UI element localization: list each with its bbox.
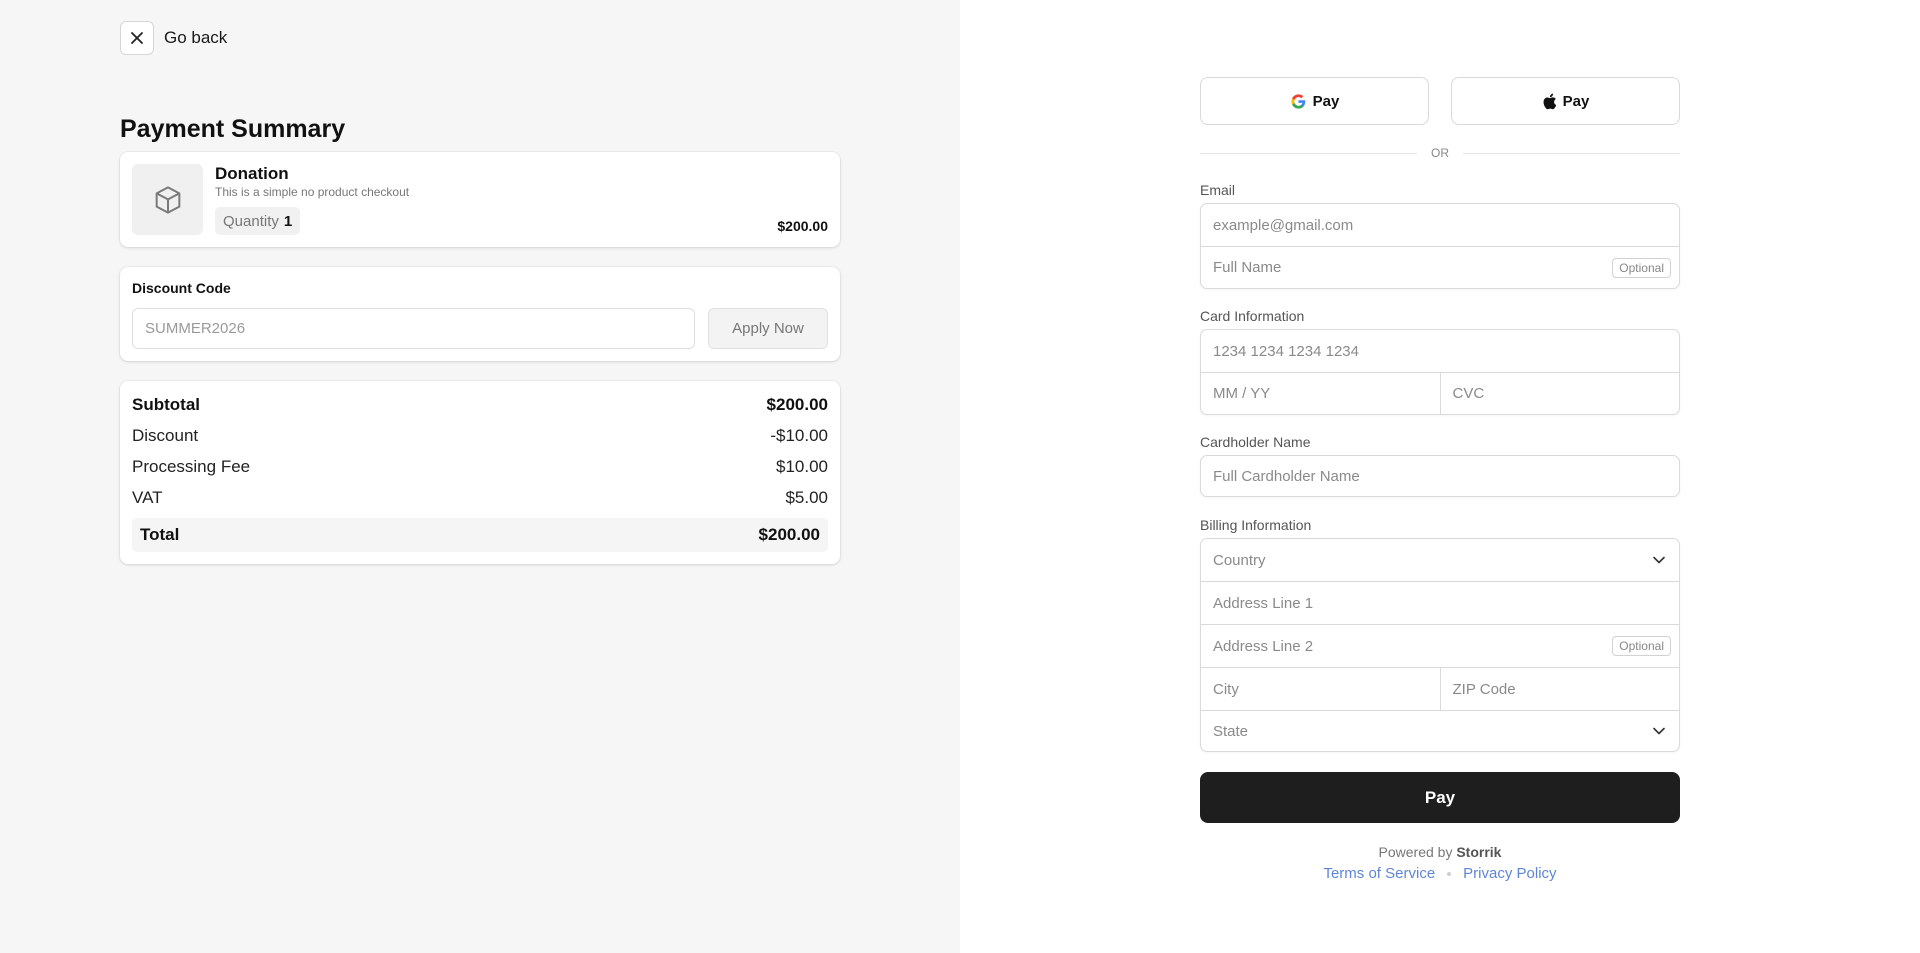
product-thumbnail: [132, 164, 203, 235]
address-line-2-placeholder: Address Line 2: [1213, 637, 1314, 655]
discount-label: Discount: [132, 426, 199, 445]
subtotal-row: Subtotal $200.00: [132, 395, 828, 415]
or-divider: OR: [1200, 145, 1680, 161]
go-back-button[interactable]: Go back: [120, 21, 227, 55]
privacy-link[interactable]: Privacy Policy: [1463, 865, 1556, 882]
google-pay-label: Pay: [1312, 92, 1340, 110]
google-icon: [1291, 93, 1305, 109]
quantity-value: 1: [283, 212, 293, 230]
quantity-label: Quantity: [223, 212, 279, 230]
card-info-label: Card Information: [1200, 308, 1305, 324]
card-fields: 1234 1234 1234 1234 MM / YY CVC: [1200, 329, 1680, 415]
powered-prefix: Powered by: [1378, 844, 1453, 860]
apple-pay-label: Pay: [1562, 92, 1590, 110]
discount-row: Discount -$10.00: [132, 426, 828, 446]
processing-fee-value: $10.00: [776, 457, 828, 476]
totals-card: Subtotal $200.00 Discount -$10.00 Proces…: [120, 381, 840, 564]
city-field[interactable]: City: [1201, 668, 1440, 710]
payment-form: Pay Pay OR Email example@gmail.com Full …: [1200, 0, 1680, 953]
card-number-field[interactable]: 1234 1234 1234 1234: [1201, 330, 1679, 372]
state-select[interactable]: State: [1201, 711, 1679, 751]
footer-links: Terms of Service Privacy Policy: [1200, 865, 1680, 882]
apple-icon: [1543, 93, 1556, 109]
quantity-badge: Quantity 1: [215, 207, 301, 235]
chevron-down-icon: [1653, 556, 1665, 564]
discount-card: Discount Code Apply Now: [120, 267, 840, 361]
address-line-2-field[interactable]: Address Line 2 Optional: [1201, 625, 1679, 667]
product-description: This is a simple no product checkout: [215, 185, 410, 199]
processing-fee-row: Processing Fee $10.00: [132, 457, 828, 477]
payment-form-pane: Pay Pay OR Email example@gmail.com Full …: [960, 0, 1920, 953]
contact-fields: example@gmail.com Full Name Optional: [1200, 203, 1680, 289]
optional-badge: Optional: [1612, 257, 1671, 278]
zip-code-field[interactable]: ZIP Code: [1439, 668, 1680, 710]
full-name-placeholder: Full Name: [1213, 259, 1282, 276]
google-pay-button[interactable]: Pay: [1200, 77, 1429, 125]
state-value: State: [1213, 722, 1249, 740]
address-line-1-field[interactable]: Address Line 1: [1201, 582, 1679, 624]
subtotal-label: Subtotal: [132, 395, 200, 414]
pay-button[interactable]: Pay: [1200, 772, 1680, 823]
apple-pay-button[interactable]: Pay: [1451, 77, 1680, 125]
country-value: Country: [1213, 551, 1266, 569]
billing-fields: Country Address Line 1 Address Line 2 Op…: [1200, 538, 1680, 752]
discount-code-input[interactable]: [132, 308, 695, 349]
package-icon: [155, 185, 180, 214]
separator-dot: [1447, 871, 1452, 876]
or-text: OR: [1431, 146, 1449, 160]
cardholder-label: Cardholder Name: [1200, 434, 1311, 450]
expiry-field[interactable]: MM / YY: [1201, 373, 1440, 414]
go-back-label[interactable]: Go back: [164, 28, 227, 48]
discount-value: -$10.00: [770, 426, 828, 445]
chevron-down-icon: [1653, 727, 1665, 735]
processing-fee-label: Processing Fee: [132, 457, 251, 476]
product-price: $200.00: [777, 218, 828, 234]
brand-name: Storrik: [1456, 844, 1502, 860]
subtotal-value: $200.00: [766, 395, 828, 414]
page-title: Payment Summary: [120, 115, 346, 143]
powered-by: Powered by Storrik: [1200, 844, 1680, 860]
email-label: Email: [1200, 182, 1236, 198]
total-row: Total $200.00: [132, 518, 828, 552]
cardholder-name-field[interactable]: Full Cardholder Name: [1201, 456, 1679, 496]
vat-row: VAT $5.00: [132, 488, 828, 508]
country-select[interactable]: Country: [1201, 539, 1679, 581]
cvc-field[interactable]: CVC: [1439, 373, 1680, 414]
email-field[interactable]: example@gmail.com: [1201, 204, 1679, 246]
discount-title: Discount Code: [132, 280, 231, 296]
terms-link[interactable]: Terms of Service: [1323, 865, 1435, 882]
apply-discount-button[interactable]: Apply Now: [708, 308, 828, 349]
cardholder-fields: Full Cardholder Name: [1200, 455, 1680, 497]
optional-badge: Optional: [1612, 636, 1671, 656]
full-name-field[interactable]: Full Name Optional: [1201, 247, 1679, 288]
total-label: Total: [140, 525, 180, 544]
product-name: Donation: [215, 164, 289, 183]
vat-label: VAT: [132, 488, 163, 507]
payment-summary-pane: Go back Payment Summary Donation This is…: [0, 0, 960, 953]
billing-label: Billing Information: [1200, 517, 1312, 533]
total-value: $200.00: [758, 525, 820, 544]
vat-value: $5.00: [785, 488, 828, 507]
product-card: Donation This is a simple no product che…: [120, 152, 840, 247]
close-icon[interactable]: [120, 21, 154, 55]
